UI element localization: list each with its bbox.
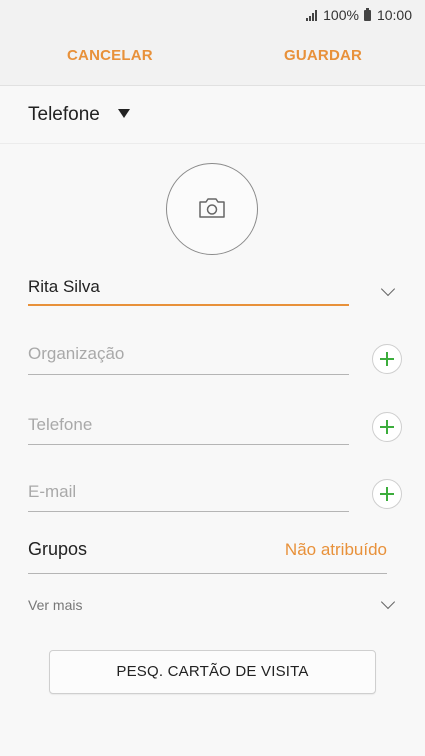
name-value: Rita Silva [28, 277, 100, 296]
clock: 10:00 [376, 7, 412, 23]
dropdown-caret-icon [118, 109, 130, 118]
signal-icon [306, 9, 318, 21]
name-underline [28, 304, 349, 306]
cancel-button[interactable]: CANCELAR [67, 47, 153, 64]
expand-name-chevron-icon[interactable] [380, 281, 396, 297]
account-label: Telefone [28, 104, 100, 125]
add-email-icon[interactable] [372, 479, 402, 509]
show-more-link[interactable]: Ver mais [28, 597, 82, 613]
phone-field[interactable]: Telefone [28, 413, 349, 447]
email-placeholder: E-mail [28, 482, 77, 501]
add-organization-icon[interactable] [372, 344, 402, 374]
status-bar: 100% 10:00 [0, 0, 425, 30]
battery-icon [363, 7, 371, 21]
action-bar: CANCELAR GUARDAR [0, 30, 425, 86]
phone-placeholder: Telefone [28, 415, 93, 434]
show-more-chevron-icon[interactable] [380, 594, 396, 610]
add-phone-icon[interactable] [372, 412, 402, 442]
battery-percent: 100% [323, 7, 359, 23]
organization-placeholder: Organização [28, 344, 125, 363]
add-photo-button[interactable] [166, 163, 258, 255]
organization-field[interactable]: Organização [28, 342, 349, 376]
email-field[interactable]: E-mail [28, 480, 349, 514]
camera-icon [199, 198, 225, 218]
groups-value: Não atribuído [284, 540, 387, 559]
name-field[interactable]: Rita Silva [28, 275, 349, 307]
organization-underline [28, 374, 349, 375]
groups-row[interactable]: Grupos Não atribuído [28, 537, 387, 574]
storage-account-selector[interactable]: Telefone [0, 86, 425, 144]
save-button[interactable]: GUARDAR [284, 47, 362, 64]
status-indicators: 100% 10:00 [306, 7, 412, 23]
email-underline [28, 511, 349, 512]
phone-underline [28, 444, 349, 445]
scan-business-card-button[interactable]: PESQ. CARTÃO DE VISITA [49, 650, 376, 694]
groups-label: Grupos [28, 539, 88, 559]
